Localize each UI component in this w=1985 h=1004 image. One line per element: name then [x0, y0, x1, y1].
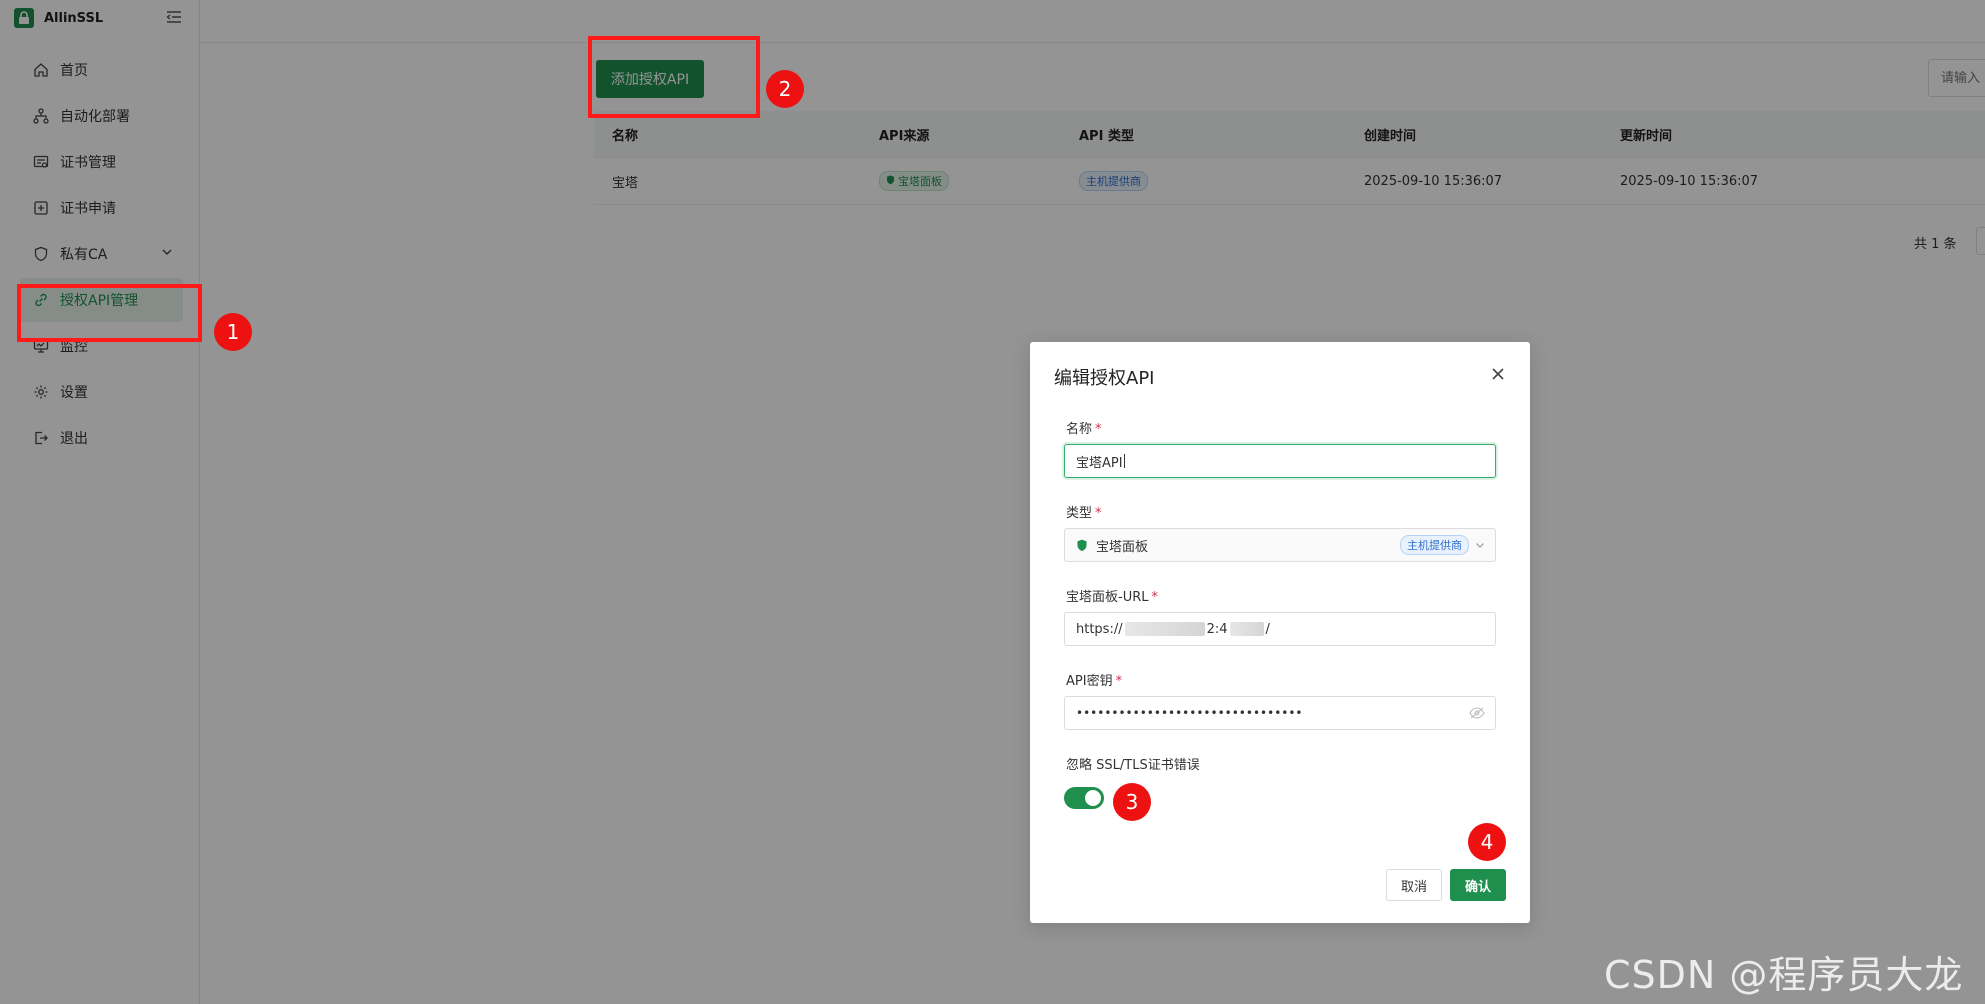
edit-api-dialog: 编辑授权API 名称 * 宝塔API 类型 * 宝塔面板 主机提供商 宝塔面板-UR…	[1030, 342, 1530, 923]
name-label: 名称 *	[1066, 418, 1102, 437]
type-select-right: 主机提供商	[1400, 535, 1485, 555]
confirm-button[interactable]: 确认	[1450, 869, 1506, 901]
ignore-ssl-toggle[interactable]	[1064, 787, 1104, 809]
apikey-masked-value: ••••••••••••••••••••••••••••••••	[1076, 706, 1303, 720]
name-label-text: 名称	[1066, 422, 1093, 437]
annotation-badge-1: 1	[214, 313, 252, 351]
type-label-text: 类型	[1066, 506, 1093, 521]
url-suffix: /	[1265, 621, 1270, 637]
url-prefix: https://	[1076, 621, 1123, 637]
required-mark: *	[1115, 674, 1123, 689]
baota-shield-icon	[1076, 539, 1088, 552]
text-cursor	[1123, 454, 1125, 468]
apikey-input[interactable]: ••••••••••••••••••••••••••••••••	[1064, 696, 1496, 730]
apikey-label: API密钥 *	[1066, 670, 1122, 689]
redacted-block	[1229, 622, 1264, 636]
close-icon[interactable]	[1490, 366, 1506, 382]
required-mark: *	[1095, 422, 1102, 437]
name-input[interactable]: 宝塔API	[1064, 444, 1496, 478]
watermark: CSDN @程序员大龙虾	[1604, 953, 1964, 997]
url-label-text: 宝塔面板-URL	[1066, 590, 1149, 605]
annotation-badge-3: 3	[1113, 783, 1151, 821]
type-label: 类型 *	[1066, 502, 1102, 521]
annotation-box-api-menu	[17, 284, 202, 342]
url-input[interactable]: https:// 2:4 /	[1064, 612, 1496, 646]
required-mark: *	[1151, 590, 1158, 605]
type-tag: 主机提供商	[1400, 535, 1469, 555]
url-label: 宝塔面板-URL *	[1066, 586, 1158, 605]
chevron-down-icon	[1475, 540, 1485, 550]
url-mid: 2:4	[1206, 621, 1228, 637]
ignore-ssl-label: 忽略 SSL/TLS证书错误	[1066, 758, 1200, 773]
required-mark: *	[1095, 506, 1102, 521]
cancel-button[interactable]: 取消	[1386, 869, 1442, 901]
dialog-title: 编辑授权API	[1054, 368, 1155, 389]
toggle-knob	[1085, 790, 1101, 806]
apikey-label-text: API密钥	[1066, 674, 1113, 689]
modal-overlay[interactable]	[0, 0, 1985, 1004]
annotation-badge-4: 4	[1468, 823, 1506, 861]
type-select-value: 宝塔面板	[1096, 539, 1149, 555]
annotation-badge-2: 2	[766, 70, 804, 108]
type-select[interactable]: 宝塔面板 主机提供商	[1064, 528, 1496, 562]
redacted-block	[1124, 622, 1205, 636]
eye-off-icon[interactable]	[1469, 707, 1485, 719]
name-input-value: 宝塔API	[1076, 455, 1123, 471]
annotation-box-add-button	[588, 36, 760, 118]
